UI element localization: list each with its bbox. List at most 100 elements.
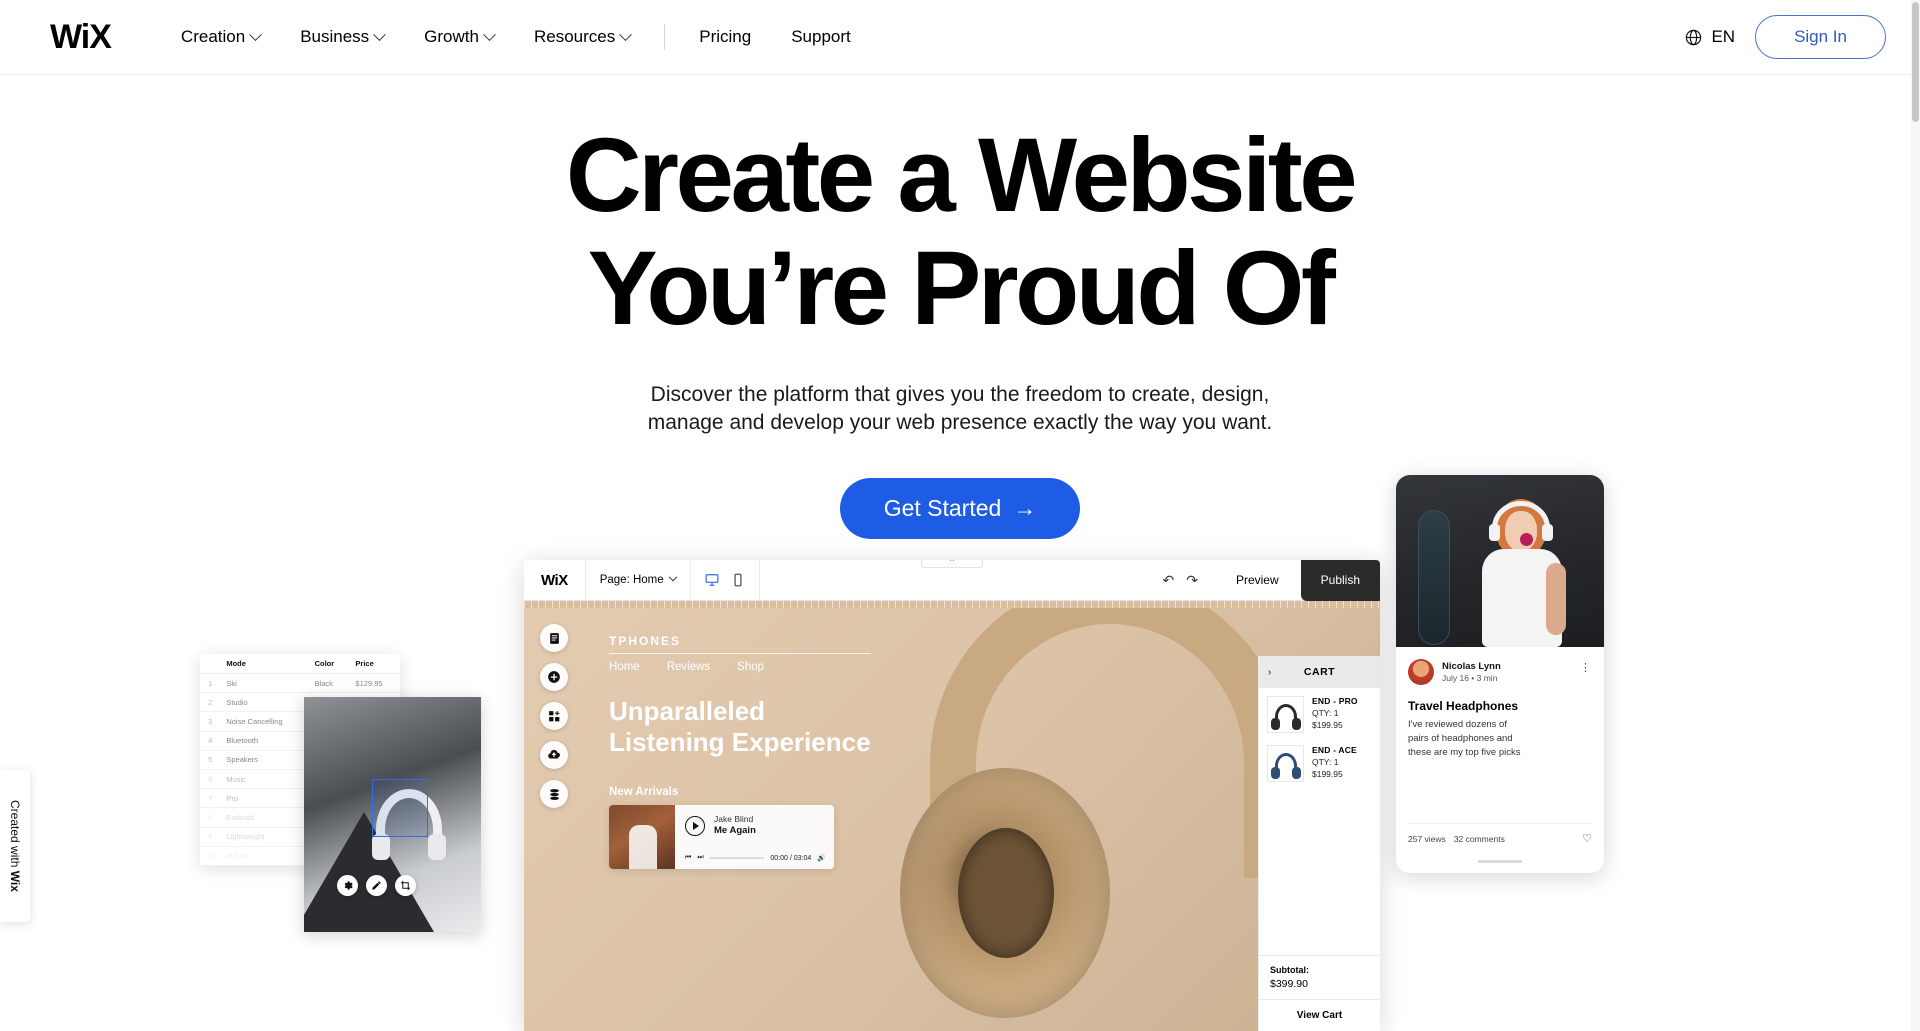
page-scrollbar[interactable] — [1911, 0, 1920, 1031]
primary-nav: Creation Business Growth Resources Prici… — [161, 19, 871, 55]
chevron-down-icon — [373, 27, 387, 41]
next-icon[interactable]: ⏭ — [697, 854, 703, 862]
selection-box[interactable] — [372, 779, 428, 837]
headphone-cup — [900, 768, 1110, 1018]
cell-index: 1 — [200, 673, 221, 694]
editor-logo[interactable]: WiX — [524, 572, 585, 589]
language-selector[interactable]: EN — [1684, 27, 1735, 47]
upload-icon[interactable] — [540, 741, 568, 769]
database-icon[interactable] — [540, 780, 568, 808]
cart-item-image — [1267, 745, 1304, 782]
wix-logo[interactable]: WiX — [50, 18, 112, 57]
heart-icon[interactable]: ♡ — [1582, 832, 1592, 845]
site-nav-home[interactable]: Home — [609, 661, 640, 673]
new-arrivals-label: New Arrivals — [609, 786, 679, 798]
col-price: Price — [349, 654, 400, 674]
previous-icon[interactable]: ⏮ — [685, 854, 691, 862]
redo-icon[interactable]: ↷ — [1186, 572, 1198, 589]
nav-item-business[interactable]: Business — [280, 19, 404, 55]
cart-item[interactable]: END - ACE QTY: 1 $199.95 — [1267, 745, 1372, 782]
cell-index: 8 — [200, 807, 221, 828]
created-with-wix-badge[interactable]: Created with Wix — [0, 770, 30, 922]
post-excerpt: I've reviewed dozens of pairs of headpho… — [1408, 718, 1592, 759]
get-started-button[interactable]: Get Started → — [839, 477, 1081, 539]
sign-in-button[interactable]: Sign In — [1755, 15, 1886, 59]
editor-canvas[interactable]: TPHONES Home Reviews Shop Unparalleled L… — [524, 608, 1380, 1031]
cell-index: 9 — [200, 827, 221, 847]
cart-item-qty: QTY: 1 — [1312, 708, 1339, 718]
volume-icon[interactable]: 🔊 — [817, 854, 826, 862]
site-nav-reviews[interactable]: Reviews — [667, 661, 710, 673]
nav-item-creation[interactable]: Creation — [161, 19, 280, 55]
device-switcher — [691, 573, 759, 587]
crop-icon[interactable] — [395, 875, 416, 896]
headphone-cup-inner — [958, 828, 1054, 958]
track-artist: Jake Blind — [714, 814, 754, 824]
play-icon[interactable] — [685, 815, 705, 836]
pencil-icon[interactable] — [366, 875, 387, 896]
col-mode: Mode — [220, 654, 309, 674]
cell-mode: Ski — [220, 673, 309, 694]
player-controls: ⏮ ⏭ 00:00 / 03:04 🔊 — [685, 854, 826, 862]
table-header-row: Mode Color Price — [200, 654, 400, 674]
album-art — [609, 805, 675, 869]
cart-item-name: END - ACE — [1312, 745, 1357, 755]
nav-item-support[interactable]: Support — [771, 19, 871, 55]
collapse-cart-icon[interactable]: › — [1268, 667, 1272, 678]
publish-button[interactable]: Publish — [1300, 560, 1380, 601]
cart-item-qty: QTY: 1 — [1312, 757, 1339, 767]
view-cart-button[interactable]: View Cart — [1259, 999, 1380, 1031]
history-controls: ↶ ↷ — [1146, 572, 1213, 589]
chevron-down-icon — [249, 27, 263, 41]
brand-divider — [609, 653, 871, 654]
scrollbar-thumb[interactable] — [1912, 2, 1919, 122]
header-actions: EN Sign In — [1684, 15, 1886, 59]
badge-prefix: Created with — [8, 800, 22, 871]
product-mockup-stage: Mode Color Price 1 Ski Black $129.95 2 S… — [0, 475, 1920, 1031]
more-options-icon[interactable]: ⋮ — [1580, 661, 1591, 674]
cart-item-details: END - PRO QTY: 1 $199.95 — [1312, 696, 1358, 733]
cell-index: 5 — [200, 750, 221, 770]
desktop-icon[interactable] — [705, 573, 719, 587]
music-player-widget: Jake Blind Me Again ⏮ ⏭ 00:00 / 03:04 🔊 — [609, 805, 834, 869]
cart-item-name: END - PRO — [1312, 696, 1358, 706]
page-selector-label: Page: Home — [599, 574, 664, 586]
cart-item[interactable]: END - PRO QTY: 1 $199.95 — [1267, 696, 1372, 733]
view-count: 257 views — [1408, 833, 1446, 844]
author-meta: Nicolas Lynn July 16 • 3 min — [1442, 661, 1501, 683]
col-index — [200, 654, 221, 674]
undo-icon[interactable]: ↶ — [1162, 572, 1174, 589]
title-line-2: You’re Proud Of — [587, 230, 1336, 347]
add-icon[interactable] — [540, 663, 568, 691]
nav-item-resources[interactable]: Resources — [514, 19, 650, 55]
collapse-handle[interactable]: ^ — [921, 560, 983, 568]
cart-panel: › CART END - PRO QTY: 1 $199.95 END - AC… — [1258, 656, 1380, 1031]
cell-index: 3 — [200, 711, 221, 732]
post-title: Travel Headphones — [1408, 699, 1519, 713]
cart-item-image — [1267, 696, 1304, 733]
excerpt-line-1: I've reviewed dozens of — [1408, 719, 1507, 730]
title-line-1: Create a Website — [565, 117, 1358, 234]
page-selector[interactable]: Page: Home — [586, 572, 690, 586]
preview-button[interactable]: Preview — [1214, 573, 1301, 587]
site-nav-shop[interactable]: Shop — [737, 661, 764, 673]
nav-label: Resources — [533, 27, 616, 46]
home-indicator — [1478, 860, 1522, 863]
pages-icon[interactable] — [540, 624, 568, 652]
cell-index: 2 — [200, 692, 221, 713]
nav-item-growth[interactable]: Growth — [404, 19, 514, 55]
subtitle-line-1: Discover the platform that gives you the… — [650, 383, 1270, 406]
apps-icon[interactable] — [540, 702, 568, 730]
globe-icon — [1686, 29, 1702, 45]
cell-mode: Studio — [220, 692, 309, 713]
settings-icon[interactable] — [337, 875, 358, 896]
track-title: Me Again — [714, 825, 756, 837]
badge-text: Created with Wix — [8, 800, 22, 892]
mobile-icon[interactable] — [731, 573, 745, 587]
nav-item-pricing[interactable]: Pricing — [679, 19, 771, 55]
cta-label: Get Started — [883, 494, 1002, 521]
toolbar-divider — [758, 560, 760, 601]
progress-bar[interactable] — [709, 857, 765, 859]
table-row[interactable]: 1 Ski Black $129.95 — [200, 673, 400, 694]
image-edit-toolbar — [337, 875, 416, 896]
